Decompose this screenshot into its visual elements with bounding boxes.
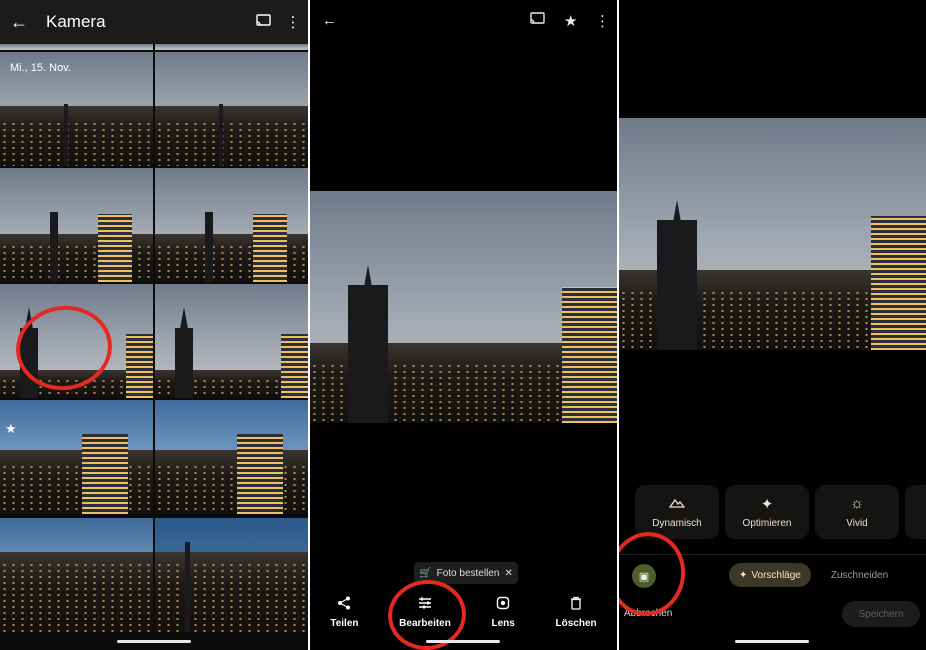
photo-thumbnail[interactable]	[0, 44, 153, 50]
lens-icon	[496, 596, 510, 614]
photo-editor-screen: Dynamisch ✦ Optimieren ☼ Vivid Lu ▣ ✦ Vo…	[619, 0, 926, 650]
back-arrow-icon[interactable]: ←	[322, 12, 337, 29]
sparkle-icon: ✦	[760, 496, 774, 513]
tab-label: Vorschläge	[751, 569, 801, 581]
tab-suggestions[interactable]: ✦ Vorschläge	[729, 563, 811, 587]
share-icon	[337, 596, 351, 614]
suggestion-vivid[interactable]: ☼ Vivid	[815, 485, 899, 539]
suggestion-row: Dynamisch ✦ Optimieren ☼ Vivid Lu	[635, 485, 926, 539]
app-bar: ← Kamera ⋮	[0, 0, 308, 44]
suggestion-dynamic[interactable]: Dynamisch	[635, 485, 719, 539]
annotation-circle	[619, 526, 692, 622]
annotation-circle	[384, 576, 470, 650]
more-vert-icon[interactable]: ⋮	[595, 12, 610, 30]
gesture-nav-bar	[117, 640, 191, 643]
save-button[interactable]: Speichern	[842, 601, 920, 627]
order-photo-label: Foto bestellen	[436, 567, 500, 579]
cast-icon[interactable]	[248, 13, 278, 31]
favorite-star-icon[interactable]: ★	[564, 12, 577, 30]
photo-thumbnail[interactable]	[155, 518, 308, 632]
lens-button[interactable]: Lens	[492, 596, 515, 629]
back-arrow-icon[interactable]: ←	[0, 12, 38, 33]
photo-thumbnail[interactable]	[155, 400, 308, 514]
photo-viewer-screen: ← ★ ⋮ 🛒 Foto bestellen ✕ Teilen Bearbeit…	[310, 0, 617, 650]
delete-button[interactable]: Löschen	[556, 596, 597, 629]
main-photo	[310, 191, 617, 423]
photo-thumbnail[interactable]	[0, 518, 153, 632]
sun-icon: ☼	[850, 495, 864, 512]
photo-thumbnail[interactable]	[155, 168, 308, 282]
date-header: Mi., 15. Nov.	[10, 62, 71, 74]
gallery-screen: ← Kamera ⋮ Mi., 15. Nov. ★	[0, 0, 308, 650]
tab-crop[interactable]: Zuschneiden	[831, 570, 888, 581]
photo-thumbnail[interactable]	[0, 168, 153, 282]
suggestion-label: Optimieren	[742, 518, 792, 529]
suggestion-label: Dynamisch	[652, 518, 702, 529]
gesture-nav-bar	[735, 640, 809, 643]
close-icon[interactable]: ✕	[504, 568, 512, 579]
more-vert-icon[interactable]: ⋮	[278, 13, 308, 31]
suggestion-label: Vivid	[846, 518, 868, 529]
lens-label: Lens	[491, 618, 515, 629]
cart-icon: 🛒	[419, 567, 432, 579]
editing-photo	[619, 118, 926, 350]
share-button[interactable]: Teilen	[330, 596, 358, 629]
gesture-nav-bar	[426, 640, 500, 643]
photo-thumbnail[interactable]	[155, 284, 308, 398]
photo-thumbnail[interactable]	[155, 44, 308, 50]
album-title: Kamera	[46, 12, 106, 31]
photo-thumbnail[interactable]	[155, 52, 308, 166]
cast-icon[interactable]	[530, 12, 545, 29]
photo-thumbnail[interactable]	[0, 400, 153, 514]
mountain-icon	[668, 495, 686, 513]
editor-tabs: ✦ Vorschläge Zuschneiden	[729, 563, 888, 587]
suggestion-optimize[interactable]: ✦ Optimieren	[725, 485, 809, 539]
sparkle-icon: ✦	[739, 569, 748, 581]
delete-label: Löschen	[555, 618, 597, 629]
trash-icon	[569, 596, 583, 614]
share-label: Teilen	[330, 618, 359, 629]
suggestion-luminous[interactable]: Lu	[905, 485, 926, 539]
star-icon: ★	[5, 421, 17, 436]
